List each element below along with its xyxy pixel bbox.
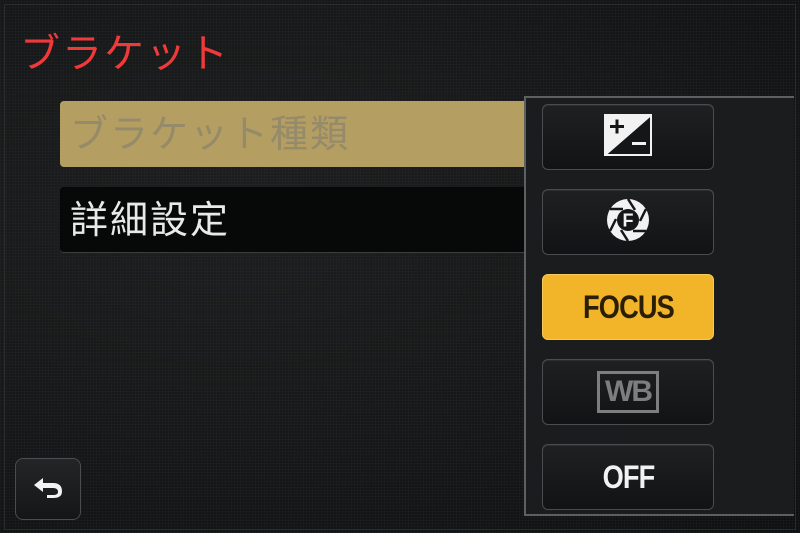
menu-item-label: 詳細設定 (70, 198, 231, 242)
svg-text:F: F (623, 210, 634, 230)
page-title: ブラケット (20, 31, 230, 77)
option-label: OFF (602, 458, 655, 495)
return-arrow-icon (31, 474, 65, 505)
exposure-compensation-icon (604, 113, 652, 161)
camera-menu-screen: ブラケット ブラケット種類 詳細設定 F FOCUS WB OFF (0, 0, 800, 533)
bracket-type-popup: F FOCUS WB OFF (524, 96, 794, 516)
menu-item-detail-settings[interactable]: 詳細設定 (60, 187, 560, 253)
option-exposure-bracket[interactable] (542, 104, 714, 170)
option-wb-bracket[interactable]: WB (542, 359, 714, 425)
option-aperture-bracket[interactable]: F (542, 189, 714, 255)
menu-item-label: ブラケット種類 (70, 112, 351, 156)
option-label: FOCUS (582, 288, 675, 325)
option-off[interactable]: OFF (542, 444, 714, 510)
menu-item-bracket-type[interactable]: ブラケット種類 (60, 101, 560, 167)
option-focus-bracket[interactable]: FOCUS (542, 274, 714, 340)
white-balance-icon: WB (597, 371, 659, 413)
aperture-f-icon: F (604, 196, 652, 249)
back-button[interactable] (15, 458, 81, 520)
